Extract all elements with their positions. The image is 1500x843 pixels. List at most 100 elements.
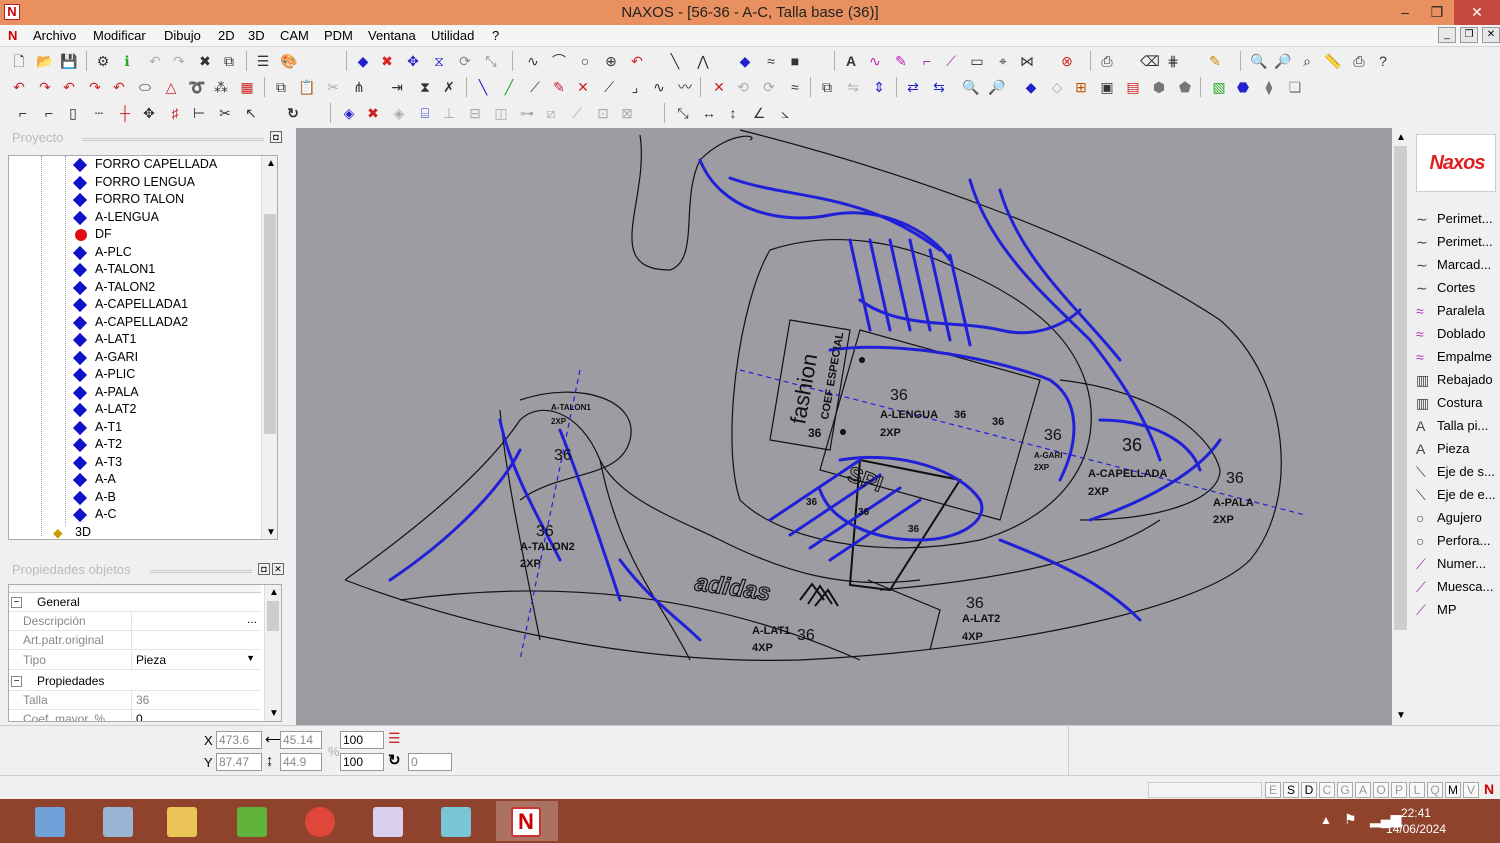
tree-item-3d[interactable]: ◆ 3D [53, 525, 91, 539]
angle-icon[interactable]: ∠ [750, 104, 768, 122]
arc-a-icon[interactable]: ↶ [60, 78, 78, 96]
pointer-icon[interactable]: ↖ [242, 104, 260, 122]
columns-icon[interactable]: ◫ [492, 104, 510, 122]
arc-icon[interactable]: ⌒ [550, 52, 568, 70]
hash-icon[interactable]: ♯ [166, 104, 184, 122]
link-b-icon[interactable]: ⇆ [930, 78, 948, 96]
box-x-icon[interactable]: ⊠ [618, 104, 636, 122]
scroll-down-icon[interactable]: ▼ [266, 527, 276, 538]
curve-b-icon[interactable]: ∿ [650, 78, 668, 96]
node-icon[interactable]: ◆ [736, 52, 754, 70]
tree-item[interactable]: A-LAT2 [72, 402, 136, 419]
corner-a-icon[interactable]: ⌐ [14, 104, 32, 122]
clock[interactable]: 22:41 14/06/2024 [1386, 805, 1446, 837]
shape-a-icon[interactable]: ⬢ [1150, 78, 1168, 96]
status-toggle-m[interactable]: M [1445, 782, 1461, 798]
pin-icon[interactable]: ✎ [550, 78, 568, 96]
scale-icon[interactable]: ⤡ [482, 52, 500, 70]
x-field[interactable]: 473.6 [216, 731, 262, 749]
wave-b-icon[interactable]: 〰 [676, 78, 694, 96]
print-icon[interactable]: ⎙ [1350, 52, 1368, 70]
canvas-scroll-down-icon[interactable]: ▼ [1396, 710, 1406, 721]
move-icon[interactable]: ✥ [404, 52, 422, 70]
canvas-scrollbar[interactable]: ▲ ▼ [1392, 128, 1409, 725]
status-toggle-p[interactable]: P [1391, 782, 1407, 798]
undo-icon[interactable]: ↶ [146, 52, 164, 70]
cut-line-icon[interactable]: ✕ [710, 78, 728, 96]
tool-ejedes[interactable]: ⟍ Eje de s... [1416, 462, 1500, 484]
tool-tallapi[interactable]: A Talla pi... [1416, 416, 1500, 438]
props-scroll-down-icon[interactable]: ▼ [269, 708, 279, 719]
menu-modificar[interactable]: Modificar [93, 28, 146, 43]
chevron-down-icon[interactable]: ▼ [246, 653, 255, 663]
corner-b-icon[interactable]: ⌐ [40, 104, 58, 122]
tree-item[interactable]: A-PALA [72, 385, 139, 402]
rotate-b-icon[interactable]: ⟲ [734, 78, 752, 96]
anchor-icon[interactable]: ⊥ [440, 104, 458, 122]
rotation-field[interactable]: 0 [408, 753, 452, 771]
shape-b-icon[interactable]: ⬟ [1176, 78, 1194, 96]
page-icon[interactable]: ▯ [64, 104, 82, 122]
tree-item[interactable]: FORRO TALON [72, 192, 184, 209]
taskbar-naxos[interactable]: N [496, 801, 558, 841]
cross-line-icon[interactable]: ✕ [574, 78, 592, 96]
arc-left-icon[interactable]: ↶ [10, 78, 28, 96]
tree-item[interactable]: DF [75, 227, 112, 244]
split-icon[interactable]: ⊶ [518, 104, 536, 122]
move-b-icon[interactable]: ✥ [140, 104, 158, 122]
target-icon[interactable]: ⊗ [1058, 52, 1076, 70]
tag-icon[interactable]: ✎ [1206, 52, 1224, 70]
tool-muesca[interactable]: ⟋ Muesca... [1416, 577, 1500, 599]
info-icon[interactable]: ℹ [118, 52, 136, 70]
layer-b-icon[interactable]: ⧫ [1260, 78, 1278, 96]
rotate-angle-icon[interactable]: ↻ [388, 751, 401, 769]
props-scroll-thumb[interactable] [267, 601, 279, 631]
point-icon[interactable]: ⊕ [602, 52, 620, 70]
box-b-icon[interactable]: ⟋ [568, 104, 586, 122]
tool-rebajado[interactable]: ▥ Rebajado [1416, 370, 1500, 392]
node-d-icon[interactable]: ◈ [390, 104, 408, 122]
arrow-right-icon[interactable]: ⇥ [388, 78, 406, 96]
project-tree[interactable]: FORRO CAPELLADA FORRO LENGUA FORRO TALON A-… [8, 155, 278, 540]
tree-item[interactable]: A-CAPELLADA1 [72, 297, 188, 314]
stroke-icon[interactable]: ⟋ [942, 52, 960, 70]
corner-icon[interactable]: ⌟ [626, 78, 644, 96]
tool-ejedee[interactable]: ⟍ Eje de e... [1416, 485, 1500, 507]
canvas-scroll-up-icon[interactable]: ▲ [1396, 132, 1406, 143]
tree-item[interactable]: A-T1 [72, 420, 122, 437]
tool-perimet[interactable]: ∼ Perimet... [1416, 232, 1500, 254]
tree-item[interactable]: A-PLC [72, 245, 132, 262]
menu-2d[interactable]: 2D [218, 28, 235, 43]
props-close-button[interactable]: ✕ [272, 563, 284, 575]
status-toggle-s[interactable]: S [1283, 782, 1299, 798]
taskbar-app-bottle[interactable] [358, 801, 420, 841]
diag-c-icon[interactable]: ⟋ [526, 78, 544, 96]
ruler-icon[interactable]: 📏 [1324, 52, 1342, 70]
help-icon[interactable]: ? [1374, 52, 1392, 70]
window-icon[interactable]: ▣ [1098, 78, 1116, 96]
line-b-icon[interactable]: ⟋ [600, 78, 618, 96]
menu-pdm[interactable]: PDM [324, 28, 353, 43]
tree-scrollbar[interactable]: ▲ ▼ [261, 156, 277, 539]
group-general[interactable]: − General [9, 593, 261, 612]
status-n-icon[interactable]: N [1484, 781, 1494, 797]
canvas-scroll-thumb[interactable] [1394, 146, 1407, 630]
tree-scroll-thumb[interactable] [264, 214, 276, 434]
export-icon[interactable]: ⎙ [1098, 52, 1116, 70]
maximize-button[interactable]: ❐ [1420, 0, 1454, 25]
zoom-window-icon[interactable]: 🔍 [1250, 52, 1268, 70]
loop-icon[interactable]: ➰ [188, 78, 206, 96]
tree-item[interactable]: FORRO CAPELLADA [72, 157, 217, 174]
descripcion-value[interactable]: ... [131, 612, 259, 630]
mirror-icon[interactable]: ⧖ [430, 52, 448, 70]
cross-icon[interactable]: ✗ [440, 78, 458, 96]
panel-pin-button[interactable]: ◘ [270, 131, 282, 143]
text-icon[interactable]: A [842, 52, 860, 70]
zoom-in-icon[interactable]: 🔍 [962, 78, 980, 96]
tool-costura[interactable]: ▥ Costura [1416, 393, 1500, 415]
arc-c-icon[interactable]: ↶ [110, 78, 128, 96]
save-icon[interactable]: 💾 [60, 52, 78, 70]
tree-item[interactable]: A-GARI [72, 350, 138, 367]
triangle-icon[interactable]: △ [162, 78, 180, 96]
tool-agujero[interactable]: ○ Agujero [1416, 508, 1500, 530]
